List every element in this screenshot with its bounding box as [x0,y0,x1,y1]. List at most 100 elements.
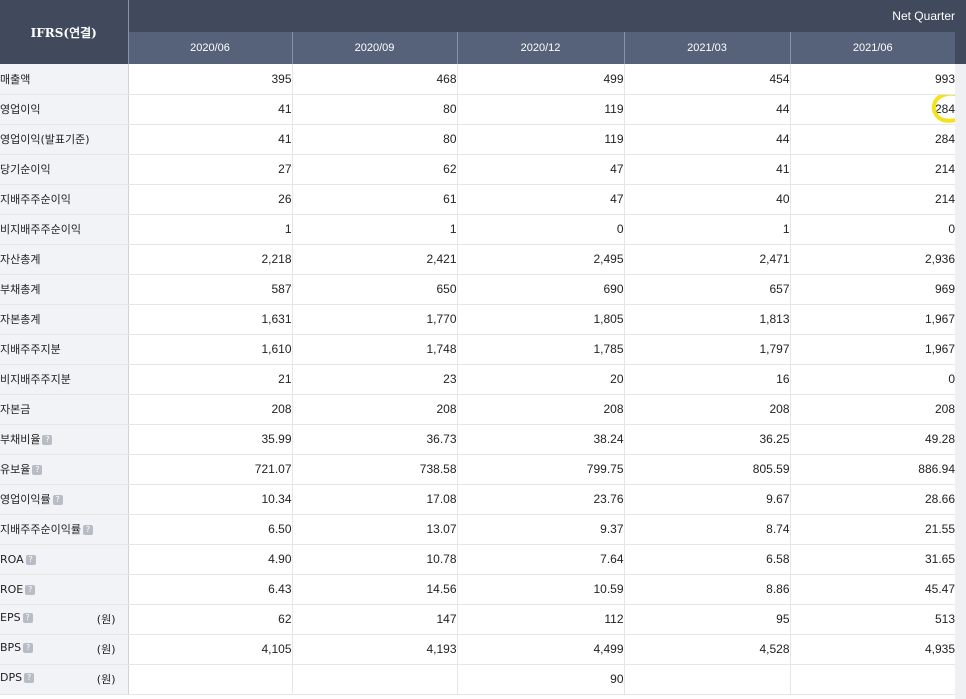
value-cell: 1 [291,214,457,245]
financial-highlight-table: IFRS(연결) Net Quarter 2020/06 2020/09 202… [0,0,955,695]
period-header: 2020/06 [127,32,292,64]
value-cell: 21 [127,364,292,395]
unit-label: (원) [96,673,116,686]
value-cell: 4.90 [127,544,292,575]
value-cell: 1,797 [623,334,790,365]
cell-value: 47 [610,162,624,176]
table-row: BPS? (원) 4,105 4,193 4,499 4,528 4,935 [0,634,955,665]
cell-value: 805.59 [752,462,790,476]
value-cell: 21.55 [789,514,955,545]
row-label-cell: 영업이익 [0,94,129,125]
highlight-stroke [931,94,955,123]
cell-value: 20 [610,372,624,386]
value-cell: 738.58 [291,454,457,485]
value-cell: 6.50 [127,514,292,545]
table-row: 자본금 208 208 208 208 208 [0,394,955,425]
cell-value: 208 [603,402,624,416]
help-icon[interactable]: ? [32,465,43,475]
cell-value: 112 [604,612,624,626]
value-cell: 993 [789,64,955,95]
value-cell: 4,528 [623,634,790,665]
row-label: 영업이익 [0,103,41,116]
row-label-cell: DPS? (원) [0,664,129,695]
cell-value: 1,785 [593,342,624,356]
value-cell: 38.24 [456,424,624,455]
cell-value: 13.07 [426,522,457,536]
value-cell: 45.47 [789,574,955,605]
cell-value: 10.78 [426,552,457,566]
cell-value: 49.28 [924,432,955,446]
row-label: 비지배주주순이익 [0,223,81,236]
cell-value: 395 [271,71,292,86]
value-cell: 23.76 [456,484,624,515]
cell-value: 90 [610,672,624,686]
unit-label: (원) [96,643,116,656]
table-corner-label: IFRS(연결) [0,0,129,64]
value-cell: 62 [127,604,292,635]
table-row: ROA? 4.90 10.78 7.64 6.58 31.65 [0,544,955,575]
value-cell: 9.37 [456,514,624,545]
cell-value: 1,813 [759,312,790,326]
cell-value: 690 [603,282,624,296]
cell-value: 10.34 [261,492,292,506]
help-icon[interactable]: ? [25,584,36,595]
help-icon[interactable]: ? [23,643,34,653]
row-label-cell: 부채비율? [0,424,129,455]
help-icon[interactable]: ? [52,495,63,505]
value-cell: 62 [291,154,457,185]
value-cell: 499 [456,64,624,95]
value-cell: 1 [623,214,790,245]
table-row: 부채총계 587 650 690 657 969 [0,274,955,305]
value-cell: 208 [623,394,790,425]
cell-value: 45.47 [924,582,955,596]
cell-value: 1,805 [593,312,624,326]
row-label: 비지배주주지분 [0,373,71,386]
cell-value: 8.86 [766,582,790,596]
cell-value: 23.76 [593,492,624,506]
value-cell: 112 [456,604,624,635]
help-icon[interactable]: ? [82,525,93,535]
value-cell: 4,935 [789,634,955,665]
row-label: 자본금 [0,403,31,416]
value-cell: 513 [789,604,955,635]
value-cell: 36.25 [623,424,790,455]
table-row: 지배주주순이익률? 6.50 13.07 9.37 8.74 21.55 [0,514,955,545]
cell-value: 21 [278,372,292,386]
value-cell: 395 [127,64,292,95]
row-label-cell: 비지배주주지분 [0,364,129,395]
value-cell: 208 [789,394,955,425]
help-icon[interactable]: ? [25,554,36,565]
value-cell: 27 [127,154,292,185]
cell-value: 993 [934,71,955,86]
cell-value: 214 [934,162,955,176]
value-cell: 10.34 [127,484,292,515]
help-icon[interactable]: ? [42,435,53,445]
period-header: 2021/06 [789,32,955,64]
value-cell: 657 [623,274,790,305]
cell-value: 2,936 [924,252,955,266]
cell-value: 1,770 [426,312,457,326]
cell-value: 284 [931,94,955,123]
value-cell: 31.65 [789,544,955,575]
value-cell: 14.56 [291,574,457,605]
row-label: ROA [0,552,24,566]
period-header: 2020/12 [456,32,624,64]
value-cell: 95 [623,604,790,635]
table-row: 영업이익률? 10.34 17.08 23.76 9.67 28.66 [0,484,955,515]
row-label: 지배주주순이익률 [0,523,81,536]
cell-value: 4,499 [593,642,624,656]
cell-value: 2,421 [426,252,457,266]
value-cell: 0 [789,214,955,245]
help-icon[interactable]: ? [22,613,33,623]
row-label-cell: 영업이익률? [0,484,129,515]
row-label-cell: 지배주주순이익률? [0,514,129,545]
value-cell [291,664,457,695]
value-cell: 1,770 [291,304,457,335]
value-cell: 454 [623,64,790,95]
help-icon[interactable]: ? [24,673,35,683]
cell-value: 0 [616,222,624,236]
value-cell: 49.28 [789,424,955,455]
value-cell: 1 [127,214,292,245]
header-row-group: IFRS(연결) Net Quarter [0,0,955,64]
row-label: EPS [0,611,21,624]
